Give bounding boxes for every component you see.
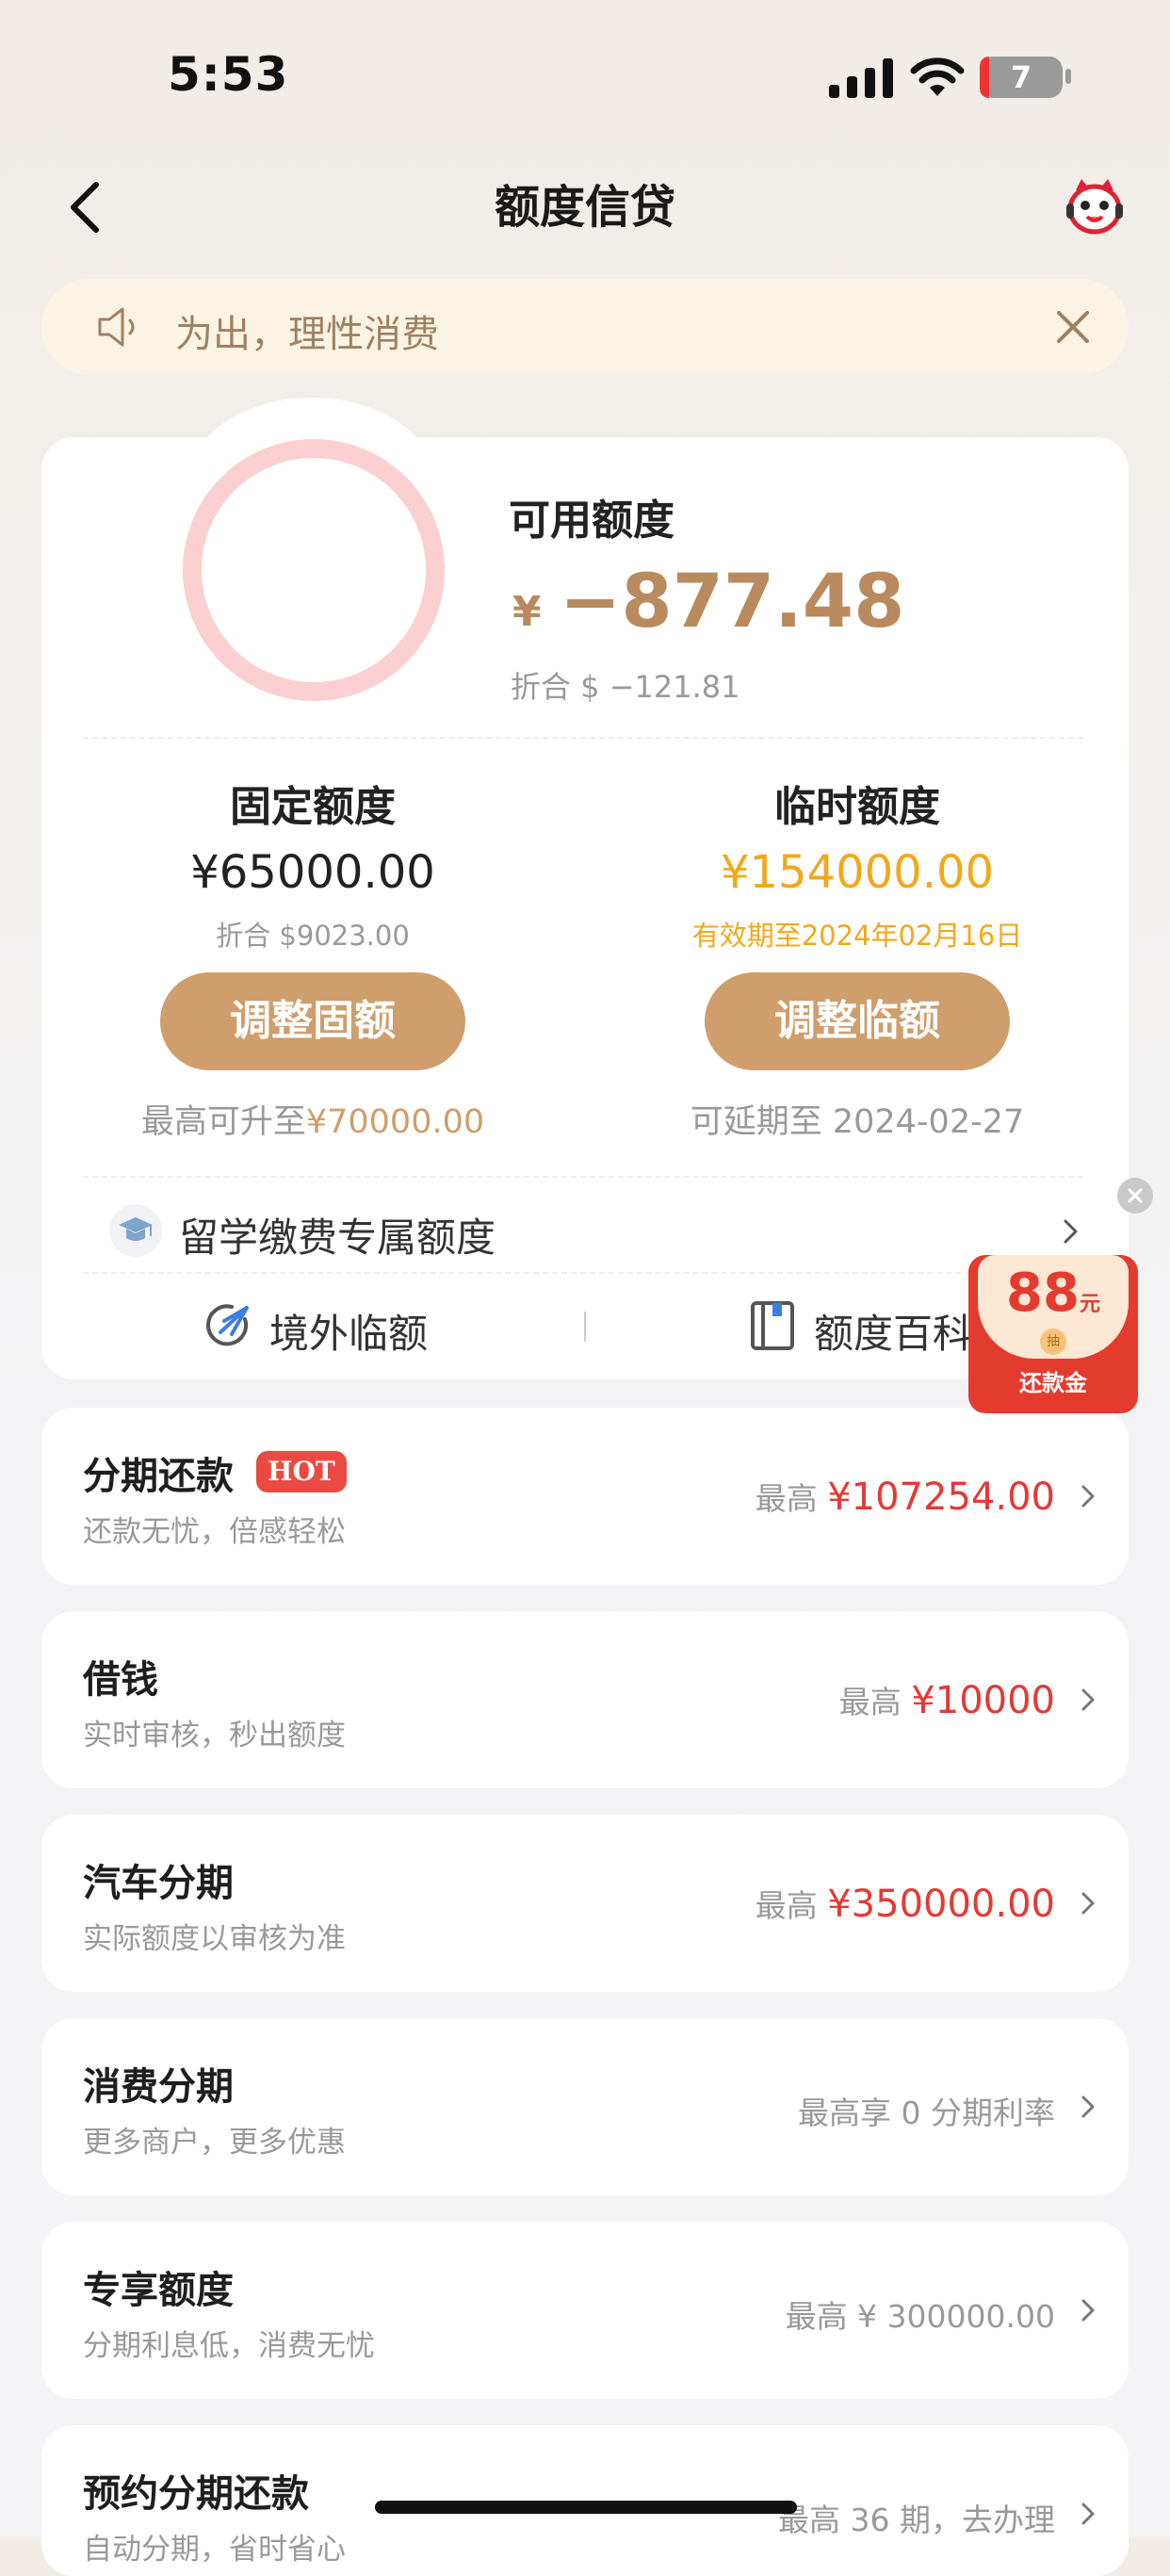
fixed-credit-usd: 折合 $9023.00	[216, 920, 410, 952]
row-right-value: 最高享 0 分期利率	[798, 2095, 1055, 2131]
red-packet-label: 还款金	[1019, 1370, 1087, 1396]
row-title: 汽车分期	[83, 1862, 234, 1905]
row-subtitle: 自动分期，省时省心	[83, 2533, 346, 2567]
fixed-credit-value: ¥65000.00	[190, 846, 435, 899]
row-title: 消费分期	[83, 2065, 234, 2109]
temp-credit-extend: 可延期至 2024-02-27	[690, 1103, 1025, 1141]
notice-text: 为出，理性消费	[175, 313, 439, 356]
chevron-right-icon	[1081, 2095, 1095, 2118]
temp-credit-value: ¥154000.00	[720, 846, 995, 899]
row-title: 分期还款	[83, 1455, 234, 1498]
adjust-temp-credit-button[interactable]: 调整临额	[705, 972, 1010, 1070]
divider	[83, 1176, 1083, 1178]
available-credit-label: 可用额度	[509, 497, 674, 545]
graduation-cap-icon	[119, 1217, 153, 1241]
row-right-prefix: 最高	[755, 1480, 818, 1517]
battery-cap	[1065, 69, 1071, 84]
chevron-right-icon	[1081, 1892, 1095, 1915]
temp-credit-expiry: 有效期至2024年02月16日	[691, 920, 1023, 952]
overseas-plane-icon	[206, 1304, 249, 1346]
close-icon[interactable]	[1053, 307, 1093, 347]
chevron-right-icon	[1064, 1219, 1078, 1244]
chevron-right-icon	[1081, 2503, 1095, 2525]
row-right-value: 最高 ¥107254.00	[756, 1474, 1055, 1519]
row-subtitle: 实际额度以审核为准	[83, 1922, 346, 1956]
row-subtitle: 还款无忧，倍感轻松	[83, 1515, 346, 1549]
battery-level: 7	[1010, 59, 1032, 95]
hot-badge: HOT	[256, 1451, 347, 1492]
red-packet-unit: 元	[1079, 1293, 1100, 1316]
fixed-credit-label: 固定额度	[230, 783, 396, 831]
row-subtitle: 更多商户，更多优惠	[83, 2126, 346, 2160]
divider	[83, 737, 1083, 739]
fixed-credit-max-value: ¥70000.00	[305, 1103, 485, 1141]
row-right-amount: ¥107254.00	[827, 1475, 1055, 1519]
row-right-amount: ¥350000.00	[827, 1883, 1055, 1926]
available-credit-value: −877.48	[560, 560, 905, 644]
fixed-credit-max: 最高可升至¥70000.00	[87, 1095, 539, 1143]
available-credit-usd: 折合 $ −121.81	[511, 669, 740, 705]
row-subtitle: 实时审核，秒出额度	[83, 1719, 346, 1753]
row-right-prefix: 最高	[755, 1887, 818, 1924]
wifi-icon	[910, 57, 965, 96]
row-title: 借钱	[83, 1658, 158, 1702]
overseas-temp-credit-link[interactable]: 境外临额	[269, 1302, 428, 1360]
credit-wiki-link[interactable]: 额度百科	[814, 1302, 972, 1360]
row-title: 专享额度	[83, 2269, 234, 2312]
available-credit-currency: ¥	[512, 588, 542, 636]
cellular-signal-icon	[829, 58, 893, 98]
red-packet-amount: 88元	[978, 1263, 1129, 1324]
row-right-value: 最高 36 期，去办理	[778, 2502, 1055, 2538]
row-right-prefix: 最高	[838, 1684, 902, 1720]
divider	[83, 1272, 1083, 1274]
row-right-value: 最高 ¥10000	[839, 1677, 1055, 1722]
close-icon	[1128, 1188, 1143, 1203]
chevron-right-icon	[1081, 1485, 1095, 1508]
row-subtitle: 分期利息低，消费无忧	[83, 2329, 375, 2363]
row-title: 预约分期还款	[83, 2472, 309, 2516]
red-packet-amount-value: 88	[1006, 1263, 1080, 1324]
red-packet-coin: 抽	[1040, 1329, 1066, 1355]
row-right-value: 最高 ¥ 300000.00	[785, 2298, 1055, 2335]
study-abroad-credit-link[interactable]: 留学缴费专属额度	[179, 1206, 496, 1264]
page-title: 额度信贷	[494, 181, 675, 234]
customer-service-mascot-icon[interactable]	[1063, 175, 1127, 236]
chevron-right-icon	[1081, 1688, 1095, 1711]
speaker-icon	[98, 307, 135, 347]
adjust-fixed-credit-button[interactable]: 调整固额	[160, 972, 465, 1070]
status-time: 5:53	[168, 47, 289, 102]
credit-usage-ring	[183, 439, 445, 701]
fixed-credit-max-prefix: 最高可升至	[140, 1103, 306, 1141]
row-right-amount: ¥10000	[911, 1679, 1055, 1722]
book-icon	[751, 1301, 794, 1350]
temp-credit-label: 临时额度	[774, 783, 940, 831]
chevron-right-icon	[1081, 2299, 1095, 2322]
home-indicator	[375, 2501, 797, 2514]
row-right-value: 最高 ¥350000.00	[756, 1881, 1055, 1926]
separator	[584, 1312, 586, 1342]
